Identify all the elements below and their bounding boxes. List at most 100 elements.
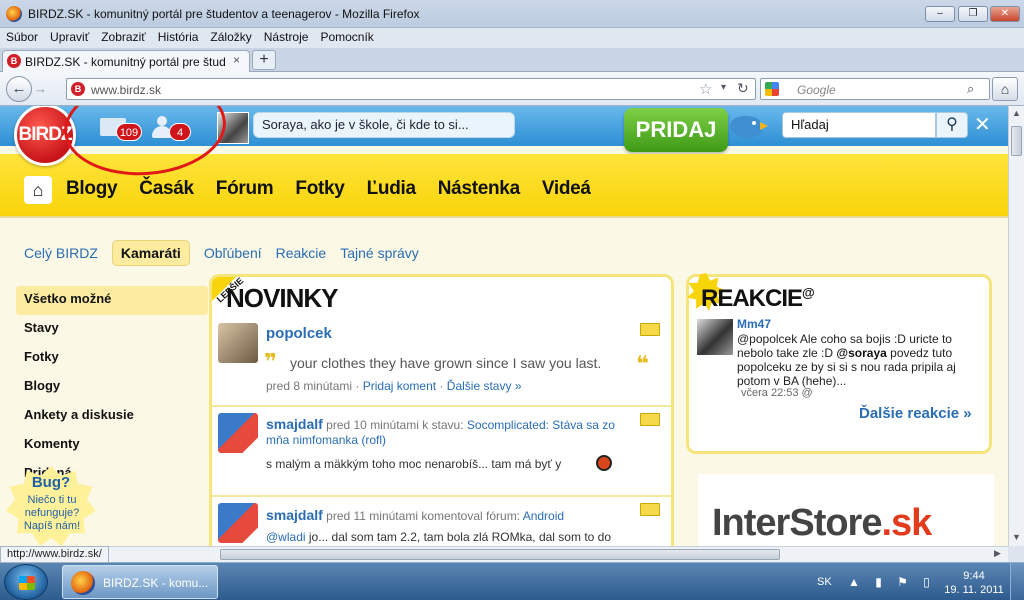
bookmark-star-icon[interactable]: ☆ bbox=[699, 80, 712, 98]
menu-view[interactable]: Zobraziť bbox=[101, 28, 146, 47]
tab-close-icon[interactable]: × bbox=[233, 53, 240, 67]
start-button[interactable] bbox=[4, 564, 48, 600]
vertical-scrollbar[interactable]: ▲ ▼ bbox=[1008, 106, 1024, 546]
post-avatar[interactable] bbox=[218, 323, 258, 363]
close-window-button[interactable]: ✕ bbox=[990, 6, 1020, 22]
url-bar[interactable]: B www.birdz.sk ☆ ▾ ↻ bbox=[66, 78, 756, 100]
left-menu-item[interactable]: Fotky bbox=[16, 344, 208, 373]
search-placeholder[interactable]: Google bbox=[797, 83, 836, 97]
system-clock[interactable]: 9:44 19. 11. 2011 bbox=[944, 569, 1004, 597]
birdz-favicon-icon: B bbox=[7, 54, 21, 68]
subnav-cely-birdz[interactable]: Celý BIRDZ bbox=[24, 245, 98, 261]
left-menu-item[interactable]: Komenty bbox=[16, 431, 208, 460]
menu-edit[interactable]: Upraviť bbox=[50, 28, 89, 47]
menu-tools[interactable]: Nástroje bbox=[264, 28, 309, 47]
site-identity-icon[interactable]: B bbox=[71, 82, 85, 96]
bug-report-badge[interactable]: Bug? Niečo ti tu nefunguje? Napíš nám! bbox=[6, 466, 102, 546]
menu-help[interactable]: Pomocník bbox=[320, 28, 373, 47]
envelope-icon[interactable] bbox=[640, 413, 660, 426]
post-quote: your clothes they have grown since I saw… bbox=[290, 355, 602, 371]
maximize-button[interactable]: ❐ bbox=[958, 6, 988, 22]
google-icon[interactable] bbox=[765, 82, 779, 96]
minimize-button[interactable]: – bbox=[925, 6, 955, 22]
scroll-right-icon[interactable]: ▶ bbox=[994, 548, 1001, 559]
nav-videa[interactable]: Videá bbox=[542, 178, 591, 200]
taskbar-firefox-button[interactable]: BIRDZ.SK - komu... bbox=[62, 565, 218, 599]
more-reactions-link[interactable]: Ďalšie reakcie » bbox=[859, 405, 972, 422]
close-topbar-icon[interactable]: ✕ bbox=[974, 112, 991, 137]
hscroll-thumb[interactable] bbox=[220, 549, 780, 560]
left-menu-item[interactable]: Všetko možné bbox=[16, 286, 208, 315]
taskbar-app-label: BIRDZ.SK - komu... bbox=[103, 576, 209, 590]
window-titlebar: BIRDZ.SK - komunitný portál pre študento… bbox=[0, 0, 1024, 28]
nav-fotky[interactable]: Fotky bbox=[295, 178, 344, 200]
post-username[interactable]: smajdalf bbox=[266, 507, 323, 523]
main-nav-links: Blogy Časák Fórum Fotky Ľudia Nástenka Videá bbox=[66, 178, 613, 200]
menu-bookmarks[interactable]: Záložky bbox=[210, 28, 251, 47]
mention-link[interactable]: @wladi bbox=[266, 530, 306, 544]
nav-ludia[interactable]: Ľudia bbox=[367, 178, 416, 200]
envelope-icon[interactable] bbox=[640, 503, 660, 516]
new-tab-button[interactable]: + bbox=[252, 50, 276, 70]
reaction-time: včera 22:53 @ bbox=[741, 387, 813, 399]
nav-blogy[interactable]: Blogy bbox=[66, 178, 118, 200]
post-time: pred 10 minútami k stavu: bbox=[326, 418, 464, 432]
reaction-avatar[interactable] bbox=[697, 319, 733, 355]
subnav-reakcie[interactable]: Reakcie bbox=[276, 245, 327, 261]
close-quote-icon: ❝ bbox=[636, 351, 649, 376]
post-username[interactable]: smajdalf bbox=[266, 416, 323, 432]
back-button[interactable]: ← bbox=[6, 76, 32, 102]
clock-time: 9:44 bbox=[963, 570, 985, 582]
url-dropdown-icon[interactable]: ▾ bbox=[721, 82, 726, 93]
site-search-icon[interactable]: ⚲ bbox=[936, 112, 968, 138]
scroll-up-icon[interactable]: ▲ bbox=[1012, 108, 1021, 118]
post-avatar[interactable] bbox=[218, 503, 258, 543]
more-statuses-link[interactable]: Ďalšie stavy » bbox=[447, 379, 522, 393]
subnav-tajne-spravy[interactable]: Tajné správy bbox=[340, 245, 419, 261]
url-text[interactable]: www.birdz.sk bbox=[91, 83, 161, 97]
navigation-toolbar: ← → B www.birdz.sk ☆ ▾ ↻ Google ⌕ ⌂ bbox=[0, 72, 1024, 106]
status-input[interactable]: Soraya, ako je v škole, či kde to si... bbox=[253, 112, 515, 138]
add-comment-link[interactable]: Pridaj koment bbox=[363, 379, 436, 393]
left-menu-item[interactable]: Stavy bbox=[16, 315, 208, 344]
search-bar[interactable]: Google ⌕ bbox=[760, 78, 990, 100]
interstore-ad[interactable]: InterStore.sk bbox=[698, 474, 994, 546]
nav-forum[interactable]: Fórum bbox=[216, 178, 274, 200]
subnav-kamarati[interactable]: Kamaráti bbox=[111, 240, 190, 266]
reactions-title: REAKCIE@ bbox=[701, 285, 815, 313]
tab-birdz[interactable]: B BIRDZ.SK - komunitný portál pre študen… bbox=[2, 50, 250, 72]
bug-title: Bug? bbox=[31, 474, 71, 491]
reactions-at-icon: @ bbox=[802, 285, 815, 300]
tray-icons[interactable]: ▲ ▮ ⚑ ▯ bbox=[848, 575, 936, 589]
scroll-thumb[interactable] bbox=[1011, 126, 1022, 156]
bird-beak bbox=[760, 122, 768, 130]
reaction-mention[interactable]: @soraya bbox=[836, 346, 886, 360]
forward-button[interactable]: → bbox=[34, 81, 47, 96]
forum-link[interactable]: Android bbox=[523, 509, 564, 523]
reload-icon[interactable]: ↻ bbox=[737, 80, 749, 97]
subnav-oblubeni[interactable]: Obľúbení bbox=[204, 245, 262, 261]
search-go-icon[interactable]: ⌕ bbox=[967, 81, 974, 97]
menu-history[interactable]: História bbox=[158, 28, 199, 47]
post-time: pred 8 minútami bbox=[266, 379, 353, 393]
reaction-username[interactable]: Mm47 bbox=[737, 317, 771, 331]
nav-casak[interactable]: Časák bbox=[139, 178, 194, 200]
nav-nastenka[interactable]: Nástenka bbox=[438, 178, 520, 200]
home-button[interactable]: ⌂ bbox=[992, 77, 1018, 101]
left-menu-item[interactable]: Blogy bbox=[16, 373, 208, 402]
scroll-down-icon[interactable]: ▼ bbox=[1012, 532, 1021, 542]
language-indicator[interactable]: SK bbox=[817, 576, 832, 588]
menu-file[interactable]: Súbor bbox=[6, 28, 38, 47]
tab-bar: B BIRDZ.SK - komunitný portál pre študen… bbox=[0, 48, 1024, 72]
left-menu-item[interactable]: Ankety a diskusie bbox=[16, 402, 208, 431]
show-desktop-button[interactable] bbox=[1010, 563, 1024, 600]
home-icon[interactable]: ⌂ bbox=[24, 176, 52, 204]
pridaj-button[interactable]: PRIDAJ bbox=[624, 108, 728, 152]
post-username[interactable]: popolcek bbox=[266, 325, 332, 342]
horizontal-scrollbar[interactable]: ▶ bbox=[0, 546, 1008, 562]
status-url: http://www.birdz.sk/ bbox=[0, 546, 109, 563]
sub-navigation: Celý BIRDZ Kamaráti Obľúbení Reakcie Tajné s… bbox=[24, 240, 433, 266]
site-search-input[interactable]: Hľadaj bbox=[782, 112, 936, 138]
envelope-icon[interactable] bbox=[640, 323, 660, 336]
post-avatar[interactable] bbox=[218, 413, 258, 453]
